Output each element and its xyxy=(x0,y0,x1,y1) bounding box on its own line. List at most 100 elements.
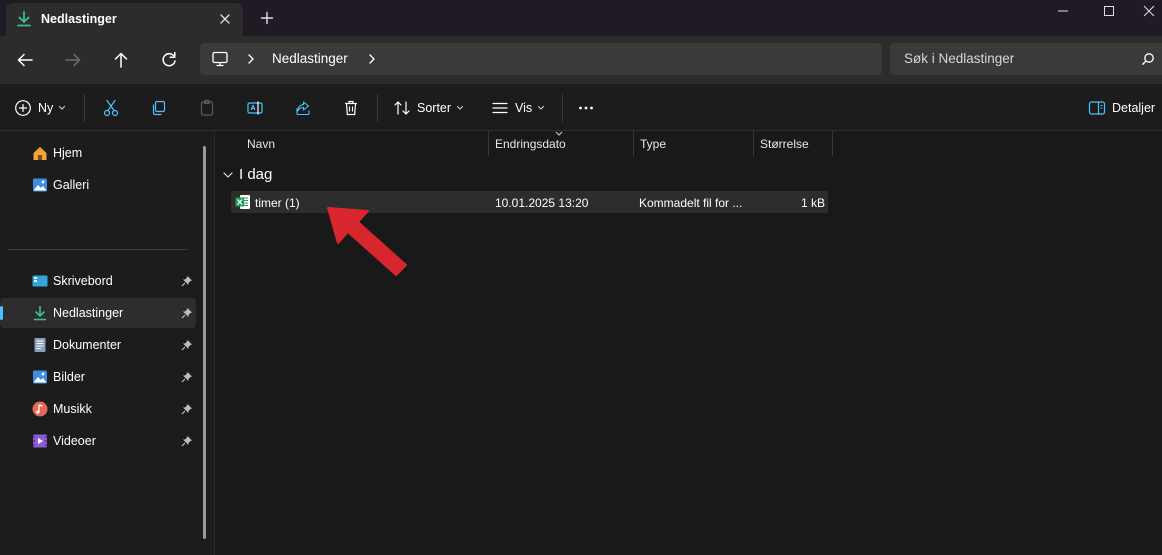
column-header-label: Endringsdato xyxy=(495,137,566,151)
forward-arrow-icon[interactable] xyxy=(61,48,85,72)
gallery-icon xyxy=(33,178,47,192)
share-icon xyxy=(296,101,310,116)
scissors-icon xyxy=(103,99,119,117)
share-button[interactable] xyxy=(294,96,312,120)
sidebar-divider xyxy=(8,249,188,250)
home-icon xyxy=(33,147,47,160)
refresh-icon[interactable] xyxy=(157,48,181,72)
search-placeholder: Søk i Nedlastinger xyxy=(904,51,1015,66)
chevron-right-icon[interactable] xyxy=(246,53,256,65)
column-header-size[interactable]: Størrelse xyxy=(754,131,832,156)
maximize-icon[interactable] xyxy=(1096,2,1122,20)
search-input[interactable]: Søk i Nedlastinger xyxy=(890,43,1162,75)
pin-icon[interactable] xyxy=(181,371,193,383)
sidebar-item-label: Dokumenter xyxy=(53,338,122,352)
sidebar-item-music[interactable]: Musikk xyxy=(0,394,196,424)
close-tab-icon[interactable] xyxy=(217,11,233,27)
sidebar-scrollbar[interactable] xyxy=(203,146,206,539)
column-header-label: Størrelse xyxy=(760,137,809,151)
column-header-label: Navn xyxy=(247,137,276,151)
search-icon[interactable] xyxy=(1141,52,1155,66)
sidebar-item-desktop[interactable]: Skrivebord xyxy=(0,266,196,296)
sort-indicator-icon xyxy=(555,131,563,136)
documents-icon xyxy=(34,338,46,352)
desktop-icon xyxy=(32,275,48,287)
pin-icon[interactable] xyxy=(181,275,193,287)
download-icon xyxy=(33,305,47,321)
sidebar-item-label: Galleri xyxy=(53,178,90,192)
more-options-button[interactable] xyxy=(577,96,595,120)
list-view-icon xyxy=(492,102,508,114)
sidebar-item-videos[interactable]: Videoer xyxy=(0,426,196,456)
chevron-down-icon xyxy=(456,105,464,110)
copy-button[interactable] xyxy=(150,96,168,120)
sort-label: Sorter xyxy=(417,101,452,115)
column-divider[interactable] xyxy=(832,131,833,156)
plus-icon[interactable] xyxy=(259,10,275,26)
group-label: I dag xyxy=(239,166,273,183)
pictures-icon xyxy=(33,370,47,384)
pin-icon[interactable] xyxy=(181,339,193,351)
new-label: Ny xyxy=(38,101,54,115)
videos-icon xyxy=(33,434,47,448)
plus-circle-icon xyxy=(15,100,31,116)
details-label: Detaljer xyxy=(1112,101,1156,115)
sidebar-item-documents[interactable]: Dokumenter xyxy=(0,330,196,360)
back-arrow-icon[interactable] xyxy=(13,48,37,72)
pin-icon[interactable] xyxy=(181,403,193,415)
sidebar-item-label: Nedlastinger xyxy=(53,306,124,320)
delete-button[interactable] xyxy=(342,96,360,120)
sidebar-item-label: Skrivebord xyxy=(53,274,113,288)
command-bar: Ny Sorter Vis Detaljer xyxy=(0,84,1162,131)
rename-button[interactable] xyxy=(246,96,264,120)
chevron-down-icon xyxy=(223,172,233,178)
close-window-icon[interactable] xyxy=(1136,2,1162,20)
sidebar-item-downloads[interactable]: Nedlastinger xyxy=(0,298,196,328)
computer-icon[interactable] xyxy=(211,51,229,67)
minimize-icon[interactable] xyxy=(1050,2,1076,20)
toolbar-divider xyxy=(377,94,378,122)
cut-button[interactable] xyxy=(102,96,120,120)
sort-button[interactable]: Sorter xyxy=(393,96,464,120)
tab-nedlastinger[interactable]: Nedlastinger xyxy=(6,3,243,36)
paste-button[interactable] xyxy=(198,96,216,120)
pin-icon[interactable] xyxy=(181,435,193,447)
navigation-pane: Hjem Galleri Skrivebord Nedlastinger Dok… xyxy=(0,131,215,555)
pin-icon[interactable] xyxy=(181,307,193,319)
tab-title: Nedlastinger xyxy=(41,12,117,26)
more-icon xyxy=(579,106,593,110)
navigation-bar: Nedlastinger Søk i Nedlastinger xyxy=(0,36,1162,84)
file-name[interactable]: timer (1) xyxy=(255,196,300,210)
download-icon xyxy=(17,11,31,27)
address-bar[interactable]: Nedlastinger xyxy=(200,43,882,75)
details-pane-icon xyxy=(1088,101,1106,115)
copy-icon xyxy=(152,100,166,116)
sidebar-item-label: Videoer xyxy=(53,434,96,448)
sidebar-item-home[interactable]: Hjem xyxy=(0,138,196,168)
paste-icon xyxy=(200,99,214,116)
sidebar-item-label: Bilder xyxy=(53,370,85,384)
rename-icon xyxy=(247,101,263,115)
up-arrow-icon[interactable] xyxy=(109,48,133,72)
file-size: 1 kB xyxy=(800,196,825,210)
new-button[interactable]: Ny xyxy=(14,96,66,120)
excel-csv-icon xyxy=(235,195,250,209)
sidebar-item-label: Hjem xyxy=(53,146,83,160)
view-button[interactable]: Vis xyxy=(491,96,545,120)
music-icon xyxy=(32,401,48,417)
sort-icon xyxy=(394,101,410,115)
annotation-arrow-icon xyxy=(327,207,407,276)
column-header-date[interactable]: Endringsdato xyxy=(489,131,633,156)
file-date: 10.01.2025 13:20 xyxy=(495,196,589,210)
title-bar: Nedlastinger xyxy=(0,0,1162,36)
breadcrumb-nedlastinger[interactable]: Nedlastinger xyxy=(272,51,348,66)
sidebar-item-pictures[interactable]: Bilder xyxy=(0,362,196,392)
column-header-name[interactable]: Navn xyxy=(241,131,488,156)
file-type: Kommadelt fil for ... xyxy=(639,196,743,210)
details-button[interactable]: Detaljer xyxy=(1088,96,1155,120)
chevron-down-icon xyxy=(59,105,66,110)
sidebar-item-gallery[interactable]: Galleri xyxy=(0,170,196,200)
column-header-type[interactable]: Type xyxy=(634,131,753,156)
toolbar-divider xyxy=(84,94,85,122)
chevron-right-icon[interactable] xyxy=(367,53,377,65)
